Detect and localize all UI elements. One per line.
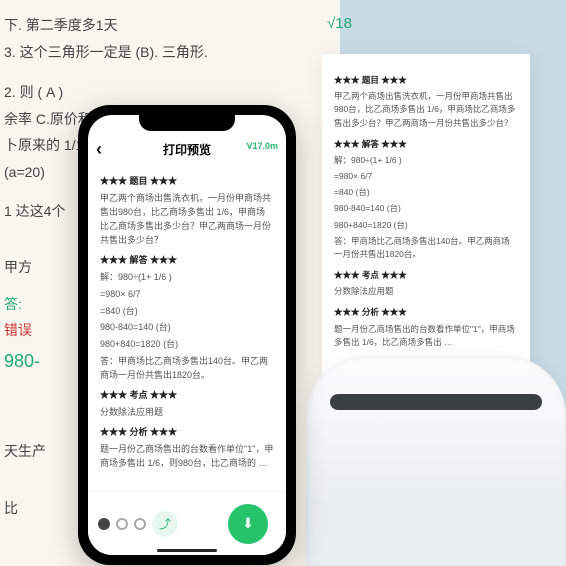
worksheet-line: 下. 第二季度多1天 [4, 12, 334, 39]
answer-conclusion: 答：甲商场比乙商场多售出140台。甲乙两商场一月份共售出1820台。 [100, 355, 274, 383]
page-title: 打印预览 [163, 141, 211, 158]
receipt-focus-label: ★★★ 考点 ★★★ [334, 269, 518, 282]
receipt-answer-line: 解：980÷(1+ 1/6 ) [334, 154, 518, 167]
answer-label: ★★★ 解答 ★★★ [100, 254, 274, 268]
topic-label: ★★★ 题目 ★★★ [100, 175, 274, 189]
smartphone: ‹ 打印预览 V17.0m ★★★ 题目 ★★★ 甲乙两个商场出售洗衣机，一月份… [78, 105, 296, 565]
answer-line: 980-840=140 (台) [100, 321, 274, 335]
receipt-answer-line: =840 (台) [334, 186, 518, 199]
share-button[interactable]: ⤴ [152, 511, 178, 537]
receipt-answer-line: 980-840=140 (台) [334, 202, 518, 215]
receipt-answer-conclusion: 答：甲商场比乙商场多售出140台。甲乙两商场一月份共售出1820台。 [334, 235, 518, 261]
printer-slot [330, 394, 542, 410]
receipt-topic-label: ★★★ 题目 ★★★ [334, 74, 518, 87]
back-icon[interactable]: ‹ [96, 139, 102, 160]
app-topbar: ‹ 打印预览 V17.0m [88, 131, 286, 167]
receipt-focus-body: 分数除法应用题 [334, 285, 518, 298]
share-icon: ⤴ [159, 515, 171, 532]
receipt-analysis-label: ★★★ 分析 ★★★ [334, 306, 518, 319]
topic-body: 甲乙两个商场出售洗衣机，一月份甲商场共售出980台，比乙商场多售出 1/6，甲商… [100, 192, 274, 248]
option-dot[interactable] [134, 518, 146, 530]
home-indicator[interactable] [157, 549, 217, 552]
checkmark-icon: √18 [327, 10, 352, 39]
option-dot[interactable] [98, 518, 110, 530]
print-button[interactable]: ⬇ [228, 504, 268, 544]
printer-body [306, 356, 566, 566]
download-icon: ⬇ [242, 515, 254, 532]
answer-line: =840 (台) [100, 305, 274, 319]
answer-line: 980+840=1820 (台) [100, 338, 274, 352]
focus-label: ★★★ 考点 ★★★ [100, 389, 274, 403]
receipt-answer-line: 980+840=1820 (台) [334, 219, 518, 232]
option-dot[interactable] [116, 518, 128, 530]
analysis-body: 题一月份乙商场售出的台数看作单位"1"，甲商场多售出 1/6，则980台，比乙商… [100, 443, 274, 471]
preview-content[interactable]: ★★★ 题目 ★★★ 甲乙两个商场出售洗衣机，一月份甲商场共售出980台，比乙商… [88, 167, 286, 491]
thermal-printer [306, 336, 566, 566]
focus-body: 分数除法应用题 [100, 406, 274, 420]
receipt-answer-label: ★★★ 解答 ★★★ [334, 138, 518, 151]
product-scene: 下. 第二季度多1天 3. 这个三角形一定是 (B). 三角形. 2. 则 ( … [0, 0, 566, 566]
receipt-answer-line: =980× 6/7 [334, 170, 518, 183]
receipt-topic-body: 甲乙两个商场出售洗衣机，一月份甲商场共售出980台，比乙商场多售出 1/6，甲商… [334, 90, 518, 130]
worksheet-line: 2. 则 ( A ) [4, 79, 334, 106]
answer-line: =980× 6/7 [100, 288, 274, 302]
bottom-toolbar: ⤴ ⬇ [88, 491, 286, 555]
top-right-action[interactable]: V17.0m [246, 141, 278, 151]
analysis-label: ★★★ 分析 ★★★ [100, 426, 274, 440]
phone-notch [139, 115, 235, 131]
answer-line: 解：980÷(1+ 1/6 ) [100, 271, 274, 285]
phone-screen: ‹ 打印预览 V17.0m ★★★ 题目 ★★★ 甲乙两个商场出售洗衣机，一月份… [88, 115, 286, 555]
worksheet-line: 3. 这个三角形一定是 (B). 三角形. [4, 39, 334, 66]
